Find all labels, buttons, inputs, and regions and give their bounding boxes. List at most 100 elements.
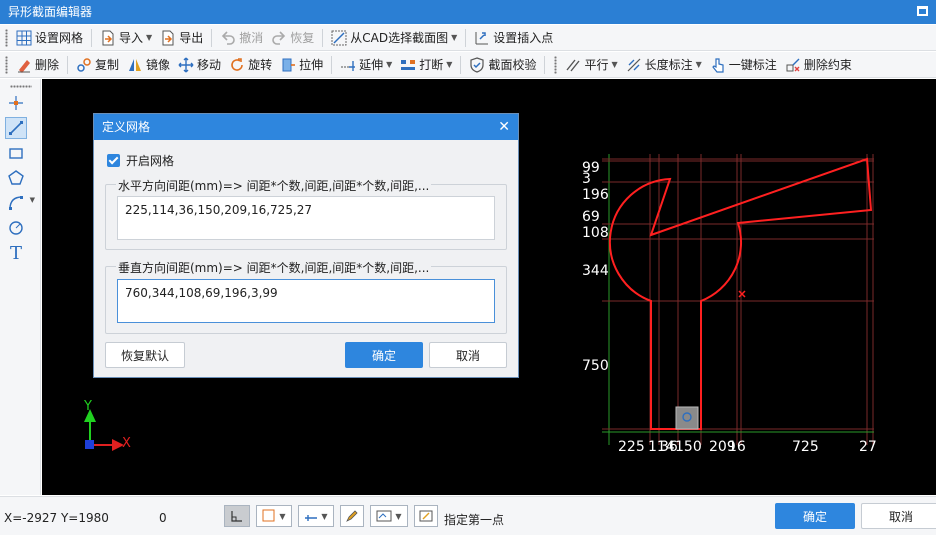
export-button[interactable]: 导出 — [156, 27, 207, 49]
parallel-label: 平行 — [584, 58, 609, 72]
enable-grid-checkbox-row[interactable]: 开启网格 — [107, 152, 174, 169]
toolbar-separator — [465, 28, 467, 47]
snap-icon — [262, 509, 275, 522]
arc-tool[interactable]: ▼ — [5, 192, 35, 214]
vertical-dimension-label: 69 — [582, 209, 600, 225]
dimension-toggle[interactable]: ▼ — [298, 505, 334, 527]
mirror-icon — [127, 57, 143, 73]
one-click-dimension-label: 一键标注 — [728, 58, 777, 72]
prompt-toggle[interactable] — [414, 505, 438, 527]
delete-button[interactable]: 删除 — [12, 54, 63, 76]
parallel-button[interactable]: 平行 ▼ — [561, 54, 621, 76]
move-icon — [178, 57, 194, 73]
snap-toggle[interactable]: ▼ — [256, 505, 292, 527]
panel-grip[interactable] — [10, 85, 32, 88]
horizontal-spacing-input[interactable]: 225,114,36,150,209,16,725,27 — [117, 196, 495, 240]
set-grid-label: 设置网格 — [35, 31, 84, 45]
polygon-tool[interactable] — [5, 167, 27, 189]
close-icon[interactable]: ✕ — [498, 114, 510, 140]
chevron-down-icon: ▼ — [446, 60, 453, 69]
break-button[interactable]: 打断 ▼ — [396, 54, 456, 76]
reset-defaults-button[interactable]: 恢复默认 — [105, 342, 185, 368]
parallel-icon — [565, 57, 581, 73]
extend-button[interactable]: 延伸 ▼ — [336, 54, 396, 76]
chevron-down-icon: ▼ — [611, 60, 618, 69]
toolbar-separator — [322, 28, 324, 47]
dialog-ok-button[interactable]: 确定 — [345, 342, 423, 368]
rectangle-icon — [9, 148, 23, 159]
dialog-cancel-button[interactable]: 取消 — [429, 342, 507, 368]
section-check-button[interactable]: 截面校验 — [465, 54, 540, 76]
arc-icon — [9, 196, 23, 210]
undo-button[interactable]: 撤消 — [216, 27, 267, 49]
mirror-label: 镜像 — [146, 58, 171, 72]
dialog-titlebar: 定义网格 ✕ — [94, 114, 518, 140]
redo-button[interactable]: 恢复 — [267, 27, 318, 49]
length-dimension-icon — [626, 57, 642, 73]
undo-icon — [220, 30, 236, 46]
window-titlebar: 异形截面编辑器 — [0, 0, 936, 24]
move-button[interactable]: 移动 — [174, 54, 225, 76]
display-toggle[interactable]: ▼ — [370, 505, 408, 527]
prompt-icon — [419, 510, 433, 522]
window-title: 异形截面编辑器 — [8, 5, 93, 19]
stretch-label: 拉伸 — [299, 58, 324, 72]
edit-toggle[interactable] — [340, 505, 364, 527]
axis-x-label: X — [122, 436, 131, 451]
status-value: 0 — [159, 511, 167, 525]
extend-label: 延伸 — [359, 58, 384, 72]
set-grid-button[interactable]: 设置网格 — [12, 27, 87, 49]
text-tool[interactable]: T — [5, 242, 27, 264]
enable-grid-checkbox[interactable] — [107, 154, 120, 167]
point-tool[interactable] — [5, 92, 27, 114]
toolbar-separator — [67, 55, 69, 74]
cursor-marker — [675, 290, 746, 430]
toolbar-grip[interactable] — [5, 55, 8, 74]
horizontal-dimension-label: 225 — [618, 439, 645, 455]
vertical-dimension-label: 750 — [582, 358, 609, 374]
export-icon — [160, 30, 176, 46]
import-label: 导入 — [119, 31, 144, 45]
line-tool[interactable] — [5, 117, 27, 139]
chevron-down-icon: ▼ — [386, 60, 393, 69]
delete-constraint-button[interactable]: 删除约束 — [781, 54, 856, 76]
grid-lines — [602, 154, 874, 445]
rotate-button[interactable]: 旋转 — [225, 54, 276, 76]
ortho-toggle[interactable] — [224, 505, 250, 527]
mirror-button[interactable]: 镜像 — [123, 54, 174, 76]
dimension-icon — [305, 515, 318, 521]
chevron-down-icon: ▼ — [321, 511, 328, 521]
toolbar-separator — [91, 28, 93, 47]
rectangle-tool[interactable] — [5, 142, 27, 164]
point-icon — [9, 96, 23, 110]
vertical-dimension-label: 108 — [582, 225, 609, 241]
editor-cancel-button[interactable]: 取消 — [861, 503, 936, 529]
eraser-icon — [16, 57, 32, 73]
copy-button[interactable]: 复制 — [72, 54, 123, 76]
line-icon — [9, 121, 23, 135]
length-dimension-button[interactable]: 长度标注 ▼ — [622, 54, 706, 76]
pointer-hand-icon — [710, 57, 726, 73]
toolbar-separator — [211, 28, 213, 47]
maximize-icon[interactable] — [917, 6, 928, 16]
toolbar-grip[interactable] — [5, 28, 8, 47]
import-icon — [100, 30, 116, 46]
set-insert-point-label: 设置插入点 — [493, 31, 554, 45]
chevron-down-icon: ▼ — [695, 60, 702, 69]
import-button[interactable]: 导入 ▼ — [96, 27, 156, 49]
vertical-spacing-label: 垂直方向间距(mm)=> 间距*个数,间距,间距*个数,间距,... — [116, 259, 432, 276]
toolbar-grip[interactable] — [554, 55, 558, 74]
one-click-dimension-button[interactable]: 一键标注 — [706, 54, 781, 76]
set-insert-point-button[interactable]: 设置插入点 — [470, 27, 557, 49]
stretch-button[interactable]: 拉伸 — [276, 54, 327, 76]
redo-icon — [271, 30, 287, 46]
stretch-icon — [280, 57, 296, 73]
edit-toolbar: 删除 复制 镜像 移动 旋转 拉伸 延伸 ▼ 打断 ▼ 截面校验 平行 ▼ 长度… — [0, 52, 936, 78]
editor-ok-button[interactable]: 确定 — [775, 503, 855, 529]
select-from-cad-button[interactable]: 从CAD选择截面图 ▼ — [327, 27, 461, 49]
vertical-spacing-input[interactable]: 760,344,108,69,196,3,99 — [117, 279, 495, 323]
section-outline[interactable] — [608, 157, 873, 430]
circle-tool[interactable] — [5, 217, 27, 239]
undo-label: 撤消 — [239, 31, 264, 45]
section-check-label: 截面校验 — [488, 58, 537, 72]
